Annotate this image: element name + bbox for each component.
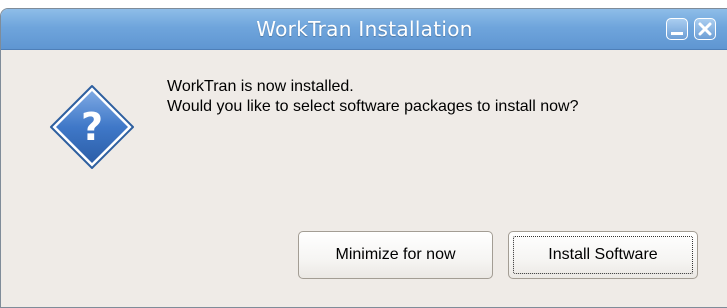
question-icon: ? [47,82,137,172]
dialog-window: WorkTran Installation ? WorkTran is now … [0,8,727,308]
close-window-button[interactable] [694,18,716,40]
message-line-2: Would you like to select software packag… [167,98,579,115]
install-software-button[interactable]: Install Software [508,231,698,279]
dialog-message: WorkTran is now installed. Would you lik… [167,77,578,117]
message-line-1: WorkTran is now installed. [167,78,354,95]
minimize-for-now-label: Minimize for now [335,246,456,263]
minimize-window-button[interactable] [666,18,688,40]
close-icon [698,22,712,36]
minimize-for-now-button[interactable]: Minimize for now [298,231,493,279]
window-title: WorkTran Installation [256,17,473,41]
focus-ring [513,236,693,274]
question-glyph: ? [81,105,103,149]
title-bar[interactable]: WorkTran Installation [1,9,727,50]
